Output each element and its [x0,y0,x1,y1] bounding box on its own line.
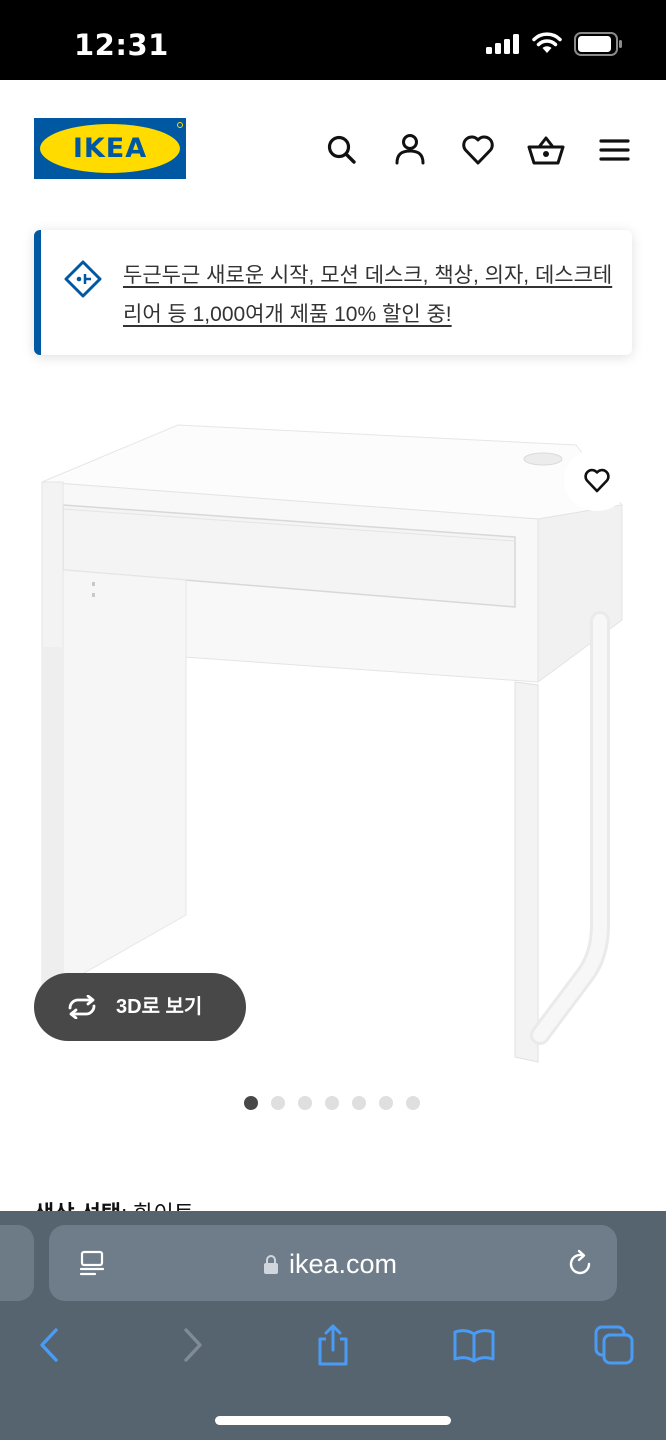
registered-mark [177,122,183,128]
tabs-icon[interactable] [592,1323,636,1367]
logo-text: IKEA [72,133,148,164]
search-icon[interactable] [322,130,362,170]
promo-accent-bar [34,230,41,355]
promo-message-link[interactable]: 두근두근 새로운 시작, 모션 데스크, 책상, 의자, 데스크테리어 등 1,… [123,256,615,334]
site-header: IKEA [0,80,666,220]
carousel-dot[interactable] [298,1096,312,1110]
lock-icon [264,1255,278,1274]
ikea-product-page: 12:31 IKEA 두근두근 새로운 시작, 모션 데스크, 책상, 의자, … [0,0,666,1440]
price-tag-icon [64,260,102,298]
battery-icon [574,32,622,56]
reader-mode-icon[interactable] [77,1249,107,1279]
forward-icon[interactable] [170,1323,214,1367]
basket-icon[interactable] [526,130,566,170]
status-time: 12:31 [74,28,169,62]
heart-icon [584,468,610,493]
carousel-dot[interactable] [271,1096,285,1110]
carousel-dot[interactable] [406,1096,420,1110]
view-3d-button[interactable]: 3D로 보기 [34,973,246,1041]
favourites-icon[interactable] [458,130,498,170]
image-carousel-dots [244,1096,420,1110]
carousel-dot[interactable] [244,1096,258,1110]
carousel-dot[interactable] [352,1096,366,1110]
rotate-icon [68,995,96,1019]
menu-icon[interactable] [594,130,634,170]
view-3d-label: 3D로 보기 [116,996,203,1018]
previous-tab-preview[interactable] [0,1225,34,1301]
ikea-logo[interactable]: IKEA [34,118,186,179]
wifi-icon [532,32,562,53]
url-text: ikea.com [289,1249,398,1279]
share-icon[interactable] [311,1323,355,1367]
promo-banner[interactable]: 두근두근 새로운 시작, 모션 데스크, 책상, 의자, 데스크테리어 등 1,… [34,230,632,355]
home-indicator[interactable] [215,1416,451,1425]
back-icon[interactable] [28,1323,72,1367]
carousel-dot[interactable] [325,1096,339,1110]
bookmarks-icon[interactable] [452,1323,496,1367]
safari-bottom-bar: ikea.com [0,1211,666,1440]
cellular-signal-icon [486,34,519,54]
carousel-dot[interactable] [379,1096,393,1110]
status-bar: 12:31 [0,0,666,80]
account-icon[interactable] [390,130,430,170]
reload-icon[interactable] [565,1249,595,1279]
add-to-favourites-button[interactable] [564,449,630,511]
address-bar[interactable]: ikea.com [49,1225,617,1301]
